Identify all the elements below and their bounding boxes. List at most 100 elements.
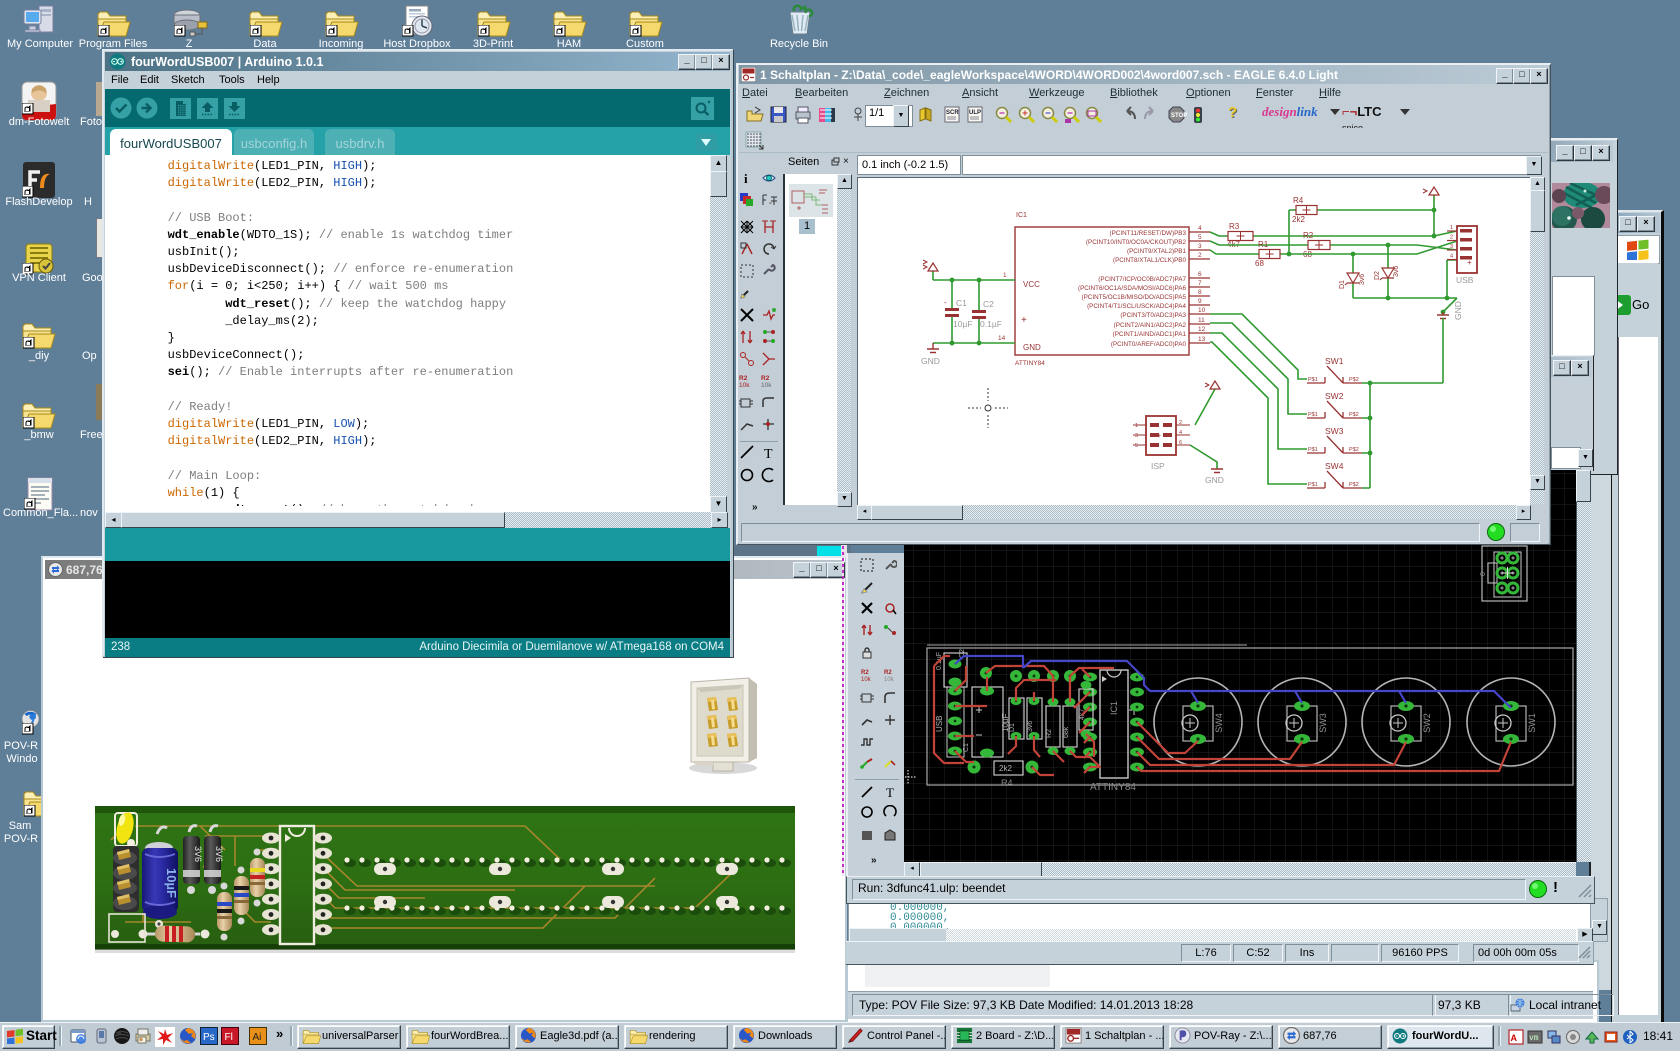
svg-text:D1: D1 <box>1009 723 1016 732</box>
svg-text:(PCINT10/INT0/OC0A/CKOUT)PB2: (PCINT10/INT0/OC0A/CKOUT)PB2 <box>1086 239 1187 246</box>
svg-text:(PCINT9/XTAL2)PB1: (PCINT9/XTAL2)PB1 <box>1127 248 1187 255</box>
svg-text:10k: 10k <box>884 677 895 682</box>
svg-text:ATTINY84: ATTINY84 <box>1015 360 1045 367</box>
svg-text:R2: R2 <box>884 670 892 676</box>
svg-text:(PCINT11/RESET/DW)PB3: (PCINT11/RESET/DW)PB3 <box>1109 230 1186 237</box>
svg-text:R1: R1 <box>1258 240 1269 249</box>
svg-text:(PCINT8/XTAL1/CLK)PB0: (PCINT8/XTAL1/CLK)PB0 <box>1113 257 1187 264</box>
svg-text:1: 1 <box>1135 423 1138 429</box>
svg-text:2: 2 <box>1450 235 1453 241</box>
svg-text:Ps: Ps <box>203 1032 215 1043</box>
svg-text:R4: R4 <box>1001 778 1013 788</box>
svg-text:10k: 10k <box>761 382 772 389</box>
svg-text:2k2: 2k2 <box>1292 215 1305 224</box>
svg-text:3V6: 3V6 <box>214 846 224 862</box>
svg-text:SW3: SW3 <box>1318 713 1328 733</box>
svg-text:C1: C1 <box>956 298 967 308</box>
svg-text:3v6: 3v6 <box>1393 266 1400 277</box>
svg-text:68: 68 <box>1255 259 1264 268</box>
svg-text:(PCINT5/OC1B/MISO/DO/ADC5)PA5: (PCINT5/OC1B/MISO/DO/ADC5)PA5 <box>1081 294 1186 301</box>
svg-text:T: T <box>764 447 773 460</box>
svg-text:10µF: 10µF <box>164 868 179 898</box>
svg-text:3: 3 <box>1198 243 1202 250</box>
svg-text:4: 4 <box>1198 225 1202 232</box>
svg-text:13: 13 <box>1198 336 1206 343</box>
svg-text:R2: R2 <box>761 375 770 382</box>
svg-text:A: A <box>1511 1033 1518 1043</box>
svg-text:5: 5 <box>1198 234 1202 241</box>
svg-text:R2: R2 <box>739 375 748 382</box>
svg-text:+: + <box>1021 315 1027 326</box>
svg-text:STOP: STOP <box>1171 113 1187 119</box>
svg-text:(PCINT6/OC1A/SDA/MOSI/ADC6)PA6: (PCINT6/OC1A/SDA/MOSI/ADC6)PA6 <box>1078 285 1187 292</box>
svg-text:(PCINT4/T1/SCL/USCK/ADC4)PA4: (PCINT4/T1/SCL/USCK/ADC4)PA4 <box>1087 303 1186 310</box>
svg-text:1: 1 <box>1003 272 1007 279</box>
svg-text:T: T <box>886 785 894 799</box>
svg-text:3: 3 <box>1135 433 1138 439</box>
svg-text:R2: R2 <box>1303 231 1314 240</box>
svg-text:(PCINT3/T0/ADC3)PA3: (PCINT3/T0/ADC3)PA3 <box>1120 312 1186 319</box>
svg-text:5: 5 <box>1135 443 1138 449</box>
svg-text:ATTINY84: ATTINY84 <box>1090 782 1136 793</box>
svg-text:8: 8 <box>1198 289 1202 296</box>
svg-text:C2: C2 <box>983 299 994 309</box>
svg-text:0.1µF: 0.1µF <box>980 319 1002 329</box>
svg-text:SCR: SCR <box>946 110 959 116</box>
svg-text:R2: R2 <box>1046 729 1053 738</box>
svg-text:SW2: SW2 <box>1422 713 1432 733</box>
svg-text:+: + <box>1467 258 1472 267</box>
svg-text:P$2: P$2 <box>1349 447 1359 453</box>
svg-text:SW4: SW4 <box>1214 713 1224 733</box>
svg-text:6: 6 <box>1480 572 1487 576</box>
svg-text:+: + <box>1157 433 1161 440</box>
svg-text:R4: R4 <box>1293 196 1304 205</box>
svg-text:6: 6 <box>1198 271 1202 278</box>
svg-text:D1: D1 <box>1339 280 1346 289</box>
svg-text:P$1: P$1 <box>1308 377 1318 383</box>
svg-text:68k: 68k <box>1063 726 1070 738</box>
svg-text:USB: USB <box>935 716 944 732</box>
svg-text:11: 11 <box>1198 317 1205 324</box>
svg-text:P$1: P$1 <box>1308 447 1318 453</box>
svg-text:14: 14 <box>998 335 1006 342</box>
svg-text:SW3: SW3 <box>1325 426 1344 436</box>
svg-text:3V6: 3V6 <box>193 846 203 862</box>
svg-text:P$1: P$1 <box>1308 482 1318 488</box>
svg-text:R2: R2 <box>861 670 869 676</box>
svg-text:3v6: 3v6 <box>1027 721 1034 732</box>
svg-text:3: 3 <box>1450 244 1453 250</box>
svg-text:12: 12 <box>1198 326 1206 333</box>
svg-text:ISP: ISP <box>1151 461 1165 471</box>
svg-text:(PCINT0/AREF/ADC0)PA0: (PCINT0/AREF/ADC0)PA0 <box>1111 341 1187 348</box>
svg-text:10k: 10k <box>739 382 750 389</box>
svg-text:IC1: IC1 <box>1016 212 1027 219</box>
svg-text:(PCINT1/AIND/ADC1)PA1: (PCINT1/AIND/ADC1)PA1 <box>1113 331 1187 338</box>
svg-text:Fl: Fl <box>225 1032 233 1043</box>
svg-text:P$1: P$1 <box>1308 412 1318 418</box>
svg-text:10k: 10k <box>861 677 872 682</box>
svg-text:P$2: P$2 <box>1349 412 1359 418</box>
svg-text:1: 1 <box>1450 225 1453 231</box>
svg-text:-: - <box>944 298 947 307</box>
svg-text:GND: GND <box>921 356 940 366</box>
svg-text:IC1: IC1 <box>1109 701 1119 715</box>
svg-text:GND: GND <box>1205 475 1224 485</box>
svg-text:(PCINT7/ICP/OC0B/ADC7)PA7: (PCINT7/ICP/OC0B/ADC7)PA7 <box>1098 276 1186 283</box>
svg-text:VCC: VCC <box>1023 280 1040 289</box>
svg-text:USB: USB <box>1456 275 1474 285</box>
svg-text:2: 2 <box>1198 252 1202 259</box>
svg-text:SW4: SW4 <box>1325 461 1344 471</box>
svg-text:3v6: 3v6 <box>1359 274 1366 285</box>
svg-text:2: 2 <box>1179 420 1182 426</box>
svg-text:4: 4 <box>1179 430 1182 436</box>
svg-text:2k2: 2k2 <box>999 764 1012 773</box>
svg-text:(PCINT2/AIN1/ADC2)PA2: (PCINT2/AIN1/ADC2)PA2 <box>1114 322 1187 329</box>
svg-text:10: 10 <box>1198 307 1206 314</box>
svg-text:vm: vm <box>1529 1034 1539 1043</box>
svg-text:SW1: SW1 <box>1527 713 1537 733</box>
svg-text:GND: GND <box>1023 343 1041 352</box>
svg-text:C1: C1 <box>963 743 970 752</box>
svg-text:SW1: SW1 <box>1325 356 1344 366</box>
svg-text:4: 4 <box>1450 254 1453 260</box>
svg-text:GND: GND <box>1453 301 1463 320</box>
